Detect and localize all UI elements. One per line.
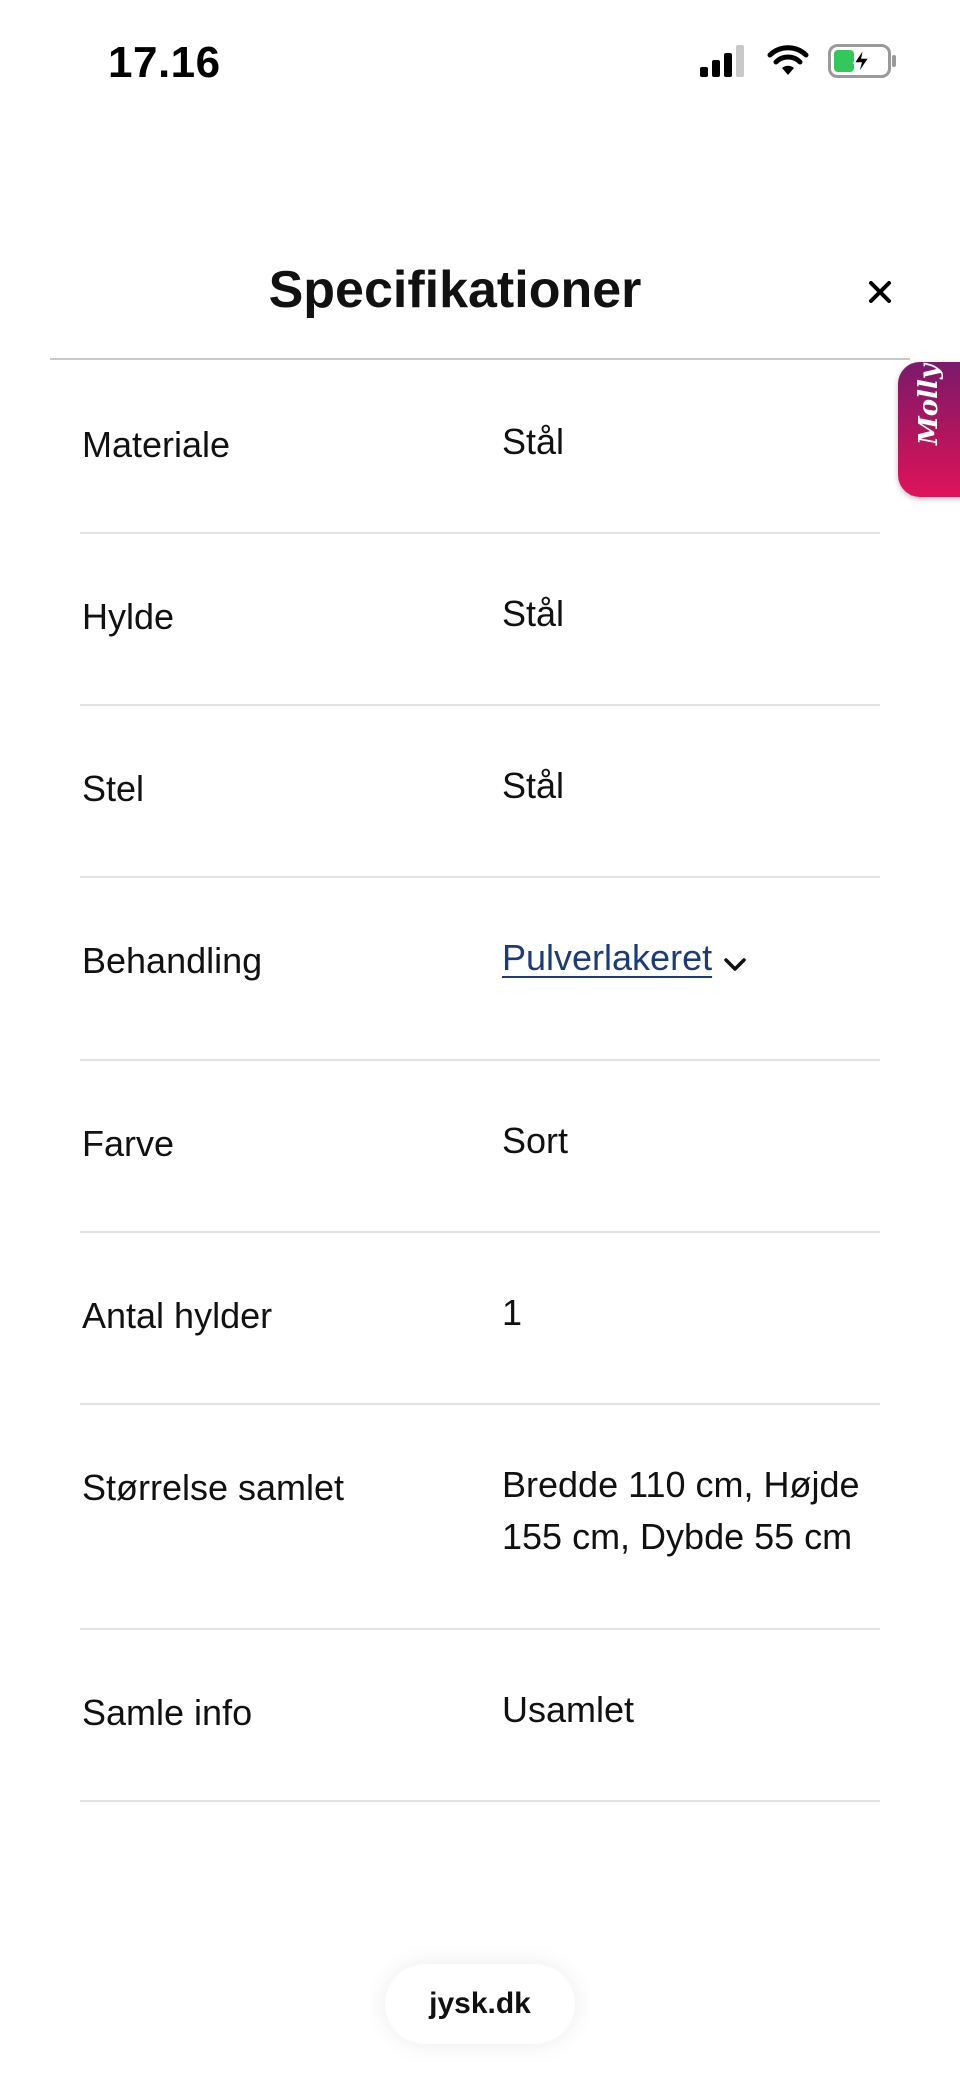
spec-row-materiale: Materiale Stål xyxy=(80,362,880,534)
spec-label: Farve xyxy=(82,1123,175,1164)
chevron-down-icon[interactable] xyxy=(724,934,746,986)
spec-row-antal-hylder: Antal hylder 1 xyxy=(80,1233,880,1405)
spec-row-behandling: Behandling Pulverlakeret xyxy=(80,878,880,1061)
spec-label: Størrelse samlet xyxy=(82,1467,345,1508)
spec-label: Materiale xyxy=(82,424,231,465)
spec-value: Stål xyxy=(502,593,565,634)
page-title: Specifikationer xyxy=(268,261,642,319)
spec-row-farve: Farve Sort xyxy=(80,1061,880,1233)
spec-value: Usamlet xyxy=(502,1689,635,1730)
spec-row-stoerrelse-samlet: Størrelse samlet Bredde 110 cm, Højde 15… xyxy=(80,1405,880,1630)
spec-value-behandling[interactable]: Pulverlakeret xyxy=(502,932,872,986)
spec-value: Sort xyxy=(502,1120,569,1161)
spec-label: Antal hylder xyxy=(82,1295,273,1336)
spec-list: Materiale Stål Hylde Stål Stel Stål Beha… xyxy=(80,362,880,1802)
spec-row-samle-info: Samle info Usamlet xyxy=(80,1630,880,1802)
spec-label: Stel xyxy=(82,768,145,809)
spec-value: Bredde 110 cm, Højde 155 cm, Dybde 55 cm xyxy=(502,1464,860,1557)
wifi-icon xyxy=(766,45,810,77)
spec-label: Behandling xyxy=(82,940,263,981)
molly-chat-tab[interactable]: Molly xyxy=(898,362,960,497)
spec-value: Stål xyxy=(502,421,565,462)
spec-label: Samle info xyxy=(82,1692,253,1733)
sheet-header: Specifikationer xyxy=(50,230,910,360)
spec-label: Hylde xyxy=(82,596,175,637)
screen: 17.16 Specifikationer Materiale Stål Hyl… xyxy=(0,0,960,2078)
spec-value: 1 xyxy=(502,1292,523,1333)
spec-value: Stål xyxy=(502,765,565,806)
close-button[interactable] xyxy=(850,264,910,324)
spec-row-hylde: Hylde Stål xyxy=(80,534,880,706)
status-bar: 17.16 xyxy=(0,0,960,130)
spec-row-stel: Stel Stål xyxy=(80,706,880,878)
battery-charging-icon xyxy=(828,44,898,78)
molly-label: Molly xyxy=(914,363,944,445)
close-icon xyxy=(868,280,892,309)
cellular-signal-icon xyxy=(700,45,748,77)
treatment-info-link[interactable]: Pulverlakeret xyxy=(502,937,712,978)
status-time: 17.16 xyxy=(108,38,221,87)
browser-url-pill[interactable]: jysk.dk xyxy=(385,1964,575,2044)
status-icons xyxy=(700,44,898,78)
